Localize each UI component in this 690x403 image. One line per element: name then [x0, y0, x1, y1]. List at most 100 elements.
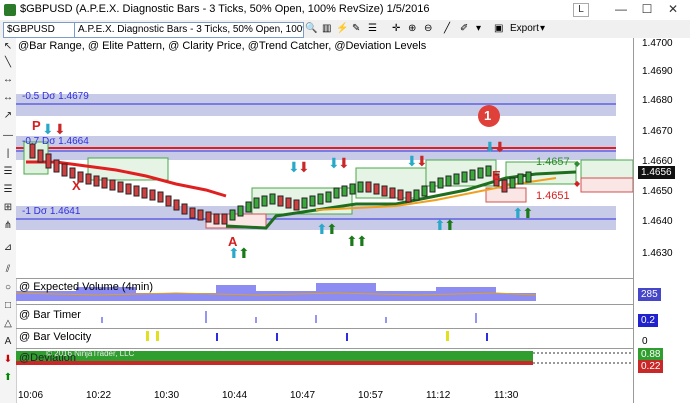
- triangle-icon[interactable]: △: [2, 318, 14, 330]
- time-label: 10:57: [358, 390, 384, 401]
- fibonacci-icon[interactable]: ☰: [2, 166, 14, 178]
- draw-tools-icon[interactable]: ✐: [460, 22, 468, 36]
- ellipse-icon[interactable]: ○: [2, 282, 14, 294]
- svg-text:⬇: ⬇: [494, 139, 506, 155]
- volume-value-badge: 285: [638, 288, 661, 301]
- volume-panel[interactable]: @ Expected Volume (4min): [15, 279, 633, 304]
- chart-toolbar: $GBPUSD A.P.E.X. Diagnostic Bars - 3 Tic…: [0, 20, 690, 39]
- fib-time-icon[interactable]: ⊞: [2, 202, 14, 214]
- minimize-button[interactable]: —: [612, 1, 630, 17]
- dev-level-upper: -0.5 Dσ 1.4679: [22, 91, 89, 102]
- crosshair-icon[interactable]: ✛: [392, 22, 400, 36]
- time-label: 10:30: [154, 390, 180, 401]
- list-icon[interactable]: ☰: [368, 22, 377, 36]
- svg-text:⬆: ⬆: [238, 245, 250, 261]
- rectangle-icon[interactable]: □: [2, 300, 14, 312]
- app-icon: [4, 4, 16, 16]
- zoom-icon[interactable]: ⊕: [408, 22, 416, 36]
- zoom-out-icon[interactable]: ⊖: [424, 22, 432, 36]
- drawing-toolbar: ↖ ╲ ↔ ↔ ↗ — | ☰ ☰ ⊞ ⋔ ⊿ ⫽ ○ □ △ A ⬇ ⬆: [0, 38, 17, 403]
- price-tick: 1.4690: [642, 66, 673, 77]
- gann-fan-icon[interactable]: ⊿: [2, 242, 14, 254]
- export-dropdown-icon[interactable]: ▾: [540, 22, 545, 36]
- svg-text:⬆: ⬆: [326, 221, 338, 237]
- dropdown-arrow-icon[interactable]: ▾: [476, 22, 481, 36]
- timer-chart: [101, 311, 477, 323]
- pattern-letter-p: P: [32, 118, 41, 133]
- copyright-text: © 2016 NinjaTrader, LLC: [46, 349, 135, 358]
- time-label: 10:06: [18, 390, 44, 401]
- timer-panel[interactable]: @ Bar Timer: [16, 305, 633, 328]
- price-lower-label: 1.4651: [536, 190, 570, 202]
- window-title: $GBPUSD (A.P.E.X. Diagnostic Bars - 3 Ti…: [20, 3, 430, 15]
- volume-label: @ Expected Volume (4min): [19, 281, 154, 293]
- price-tick: 1.4640: [642, 216, 673, 227]
- price-tick: 1.4680: [642, 95, 673, 106]
- pattern-letter-e: E: [492, 168, 501, 183]
- velocity-panel[interactable]: @ Bar Velocity: [16, 329, 633, 348]
- pattern-letter-x: X: [72, 178, 81, 193]
- price-axis[interactable]: 1.4700 1.4690 1.4680 1.4670 1.4660 1.465…: [633, 38, 690, 403]
- svg-text:⬆: ⬆: [522, 205, 534, 221]
- price-tick: 1.4630: [642, 248, 673, 259]
- text-icon[interactable]: A: [2, 336, 14, 348]
- draw-line-icon[interactable]: ╱: [444, 22, 450, 36]
- price-tick: 1.4650: [642, 186, 673, 197]
- price-tick: 1.4670: [642, 126, 673, 137]
- magnifier-icon[interactable]: 🔍: [305, 22, 317, 36]
- arrow-line-icon[interactable]: ↗: [2, 110, 14, 122]
- velocity-label: @ Bar Velocity: [19, 331, 92, 343]
- cursor-icon[interactable]: ↖: [2, 41, 14, 53]
- svg-text:⬇: ⬇: [416, 153, 428, 169]
- zone-box-red: [580, 177, 633, 193]
- arrow-down-icon[interactable]: ⬇: [2, 354, 14, 366]
- time-label: 10:44: [222, 390, 248, 401]
- svg-text:⬇: ⬇: [298, 159, 310, 175]
- maximize-button[interactable]: ☐: [638, 1, 656, 17]
- band-upper: [16, 94, 616, 116]
- title-bar: $GBPUSD (A.P.E.X. Diagnostic Bars - 3 Ti…: [0, 0, 690, 21]
- dev-level-mid: -0.7 Dσ 1.4664: [22, 136, 89, 147]
- time-label: 10:47: [290, 390, 316, 401]
- line-icon[interactable]: ╲: [2, 57, 14, 69]
- bar-style-icon[interactable]: ▥: [322, 22, 331, 36]
- pattern-letter-a: A: [228, 234, 238, 249]
- svg-text:⬇: ⬇: [338, 155, 350, 171]
- diamond-marker: ◆: [574, 159, 581, 168]
- velocity-chart: [146, 331, 488, 341]
- zone-box: [580, 159, 633, 181]
- strategy-icon[interactable]: ⚡: [336, 22, 348, 36]
- price-panel[interactable]: ⬇ ⬇ ⬇ ⬇ ⬇ ⬇ ⬇ ⬇ ⬇ ⬇ ⬆ ⬆ ⬆ ⬆ ⬆ ⬆ ⬆ ⬆ ⬆ ⬆ …: [16, 38, 633, 278]
- fib-extension-icon[interactable]: ☰: [2, 184, 14, 196]
- time-label: 10:22: [86, 390, 112, 401]
- time-label: 11:30: [494, 390, 519, 401]
- svg-text:⬆: ⬆: [444, 217, 456, 233]
- camera-icon[interactable]: ▣: [494, 22, 503, 36]
- indicator-header: @Bar Range, @ Elite Pattern, @ Clarity P…: [18, 40, 427, 52]
- dev-level-lower: -1 Dσ 1.4641: [22, 206, 81, 217]
- arrow-down-signal: ⬇: [54, 121, 66, 137]
- export-button[interactable]: Export: [510, 22, 539, 36]
- horizontal-line-icon[interactable]: —: [2, 130, 14, 142]
- arrow-up-signal: ⬇: [42, 121, 54, 137]
- extended-line-icon[interactable]: ↔: [2, 92, 14, 104]
- ray-icon[interactable]: ↔: [2, 74, 14, 86]
- bartype-selector[interactable]: A.P.E.X. Diagnostic Bars - 3 Ticks, 50% …: [74, 22, 304, 38]
- diamond-marker: ◆: [574, 179, 581, 188]
- close-button[interactable]: ✕: [664, 1, 682, 17]
- vertical-line-icon[interactable]: |: [2, 148, 14, 160]
- instrument-selector[interactable]: $GBPUSD: [3, 22, 75, 38]
- price-tick: 1.4700: [642, 38, 673, 49]
- deviation-panel[interactable]: @Deviation © 2016 NinjaTrader, LLC: [16, 349, 633, 369]
- timer-value-badge: 0.2: [638, 314, 658, 327]
- price-upper-label: 1.4657: [536, 156, 570, 168]
- deviation-value-2: 0.22: [638, 360, 664, 373]
- arrow-up-icon[interactable]: ⬆: [2, 372, 14, 384]
- properties-icon[interactable]: ✎: [352, 22, 360, 36]
- time-label: 11:12: [426, 390, 451, 401]
- svg-text:⬆: ⬆: [356, 233, 368, 249]
- andrews-pitchfork-icon[interactable]: ⋔: [2, 220, 14, 232]
- side-button[interactable]: L: [573, 3, 589, 17]
- velocity-zero-label: 0: [642, 336, 648, 347]
- regression-channel-icon[interactable]: ⫽: [2, 264, 14, 276]
